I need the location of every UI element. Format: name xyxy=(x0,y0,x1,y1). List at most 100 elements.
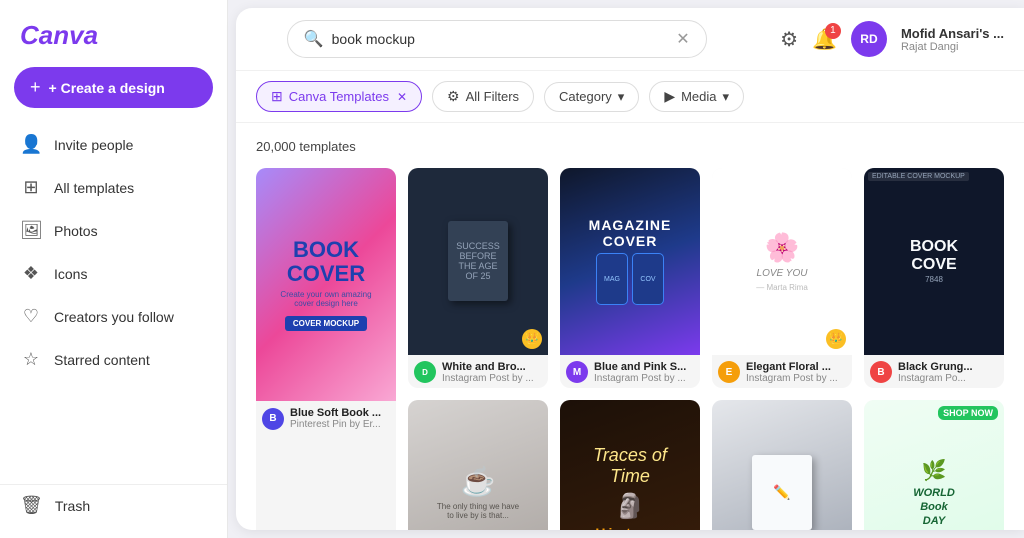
card-meta: B Black Grung... Instagram Po... xyxy=(864,355,1004,388)
icons-icon: ❖ xyxy=(20,263,42,284)
sidebar-item-trash[interactable]: 🗑 Trash xyxy=(0,484,227,526)
sidebar-item-icons[interactable]: ❖ Icons xyxy=(8,253,219,294)
header: 🔍 ✕ ⚙ 🔔 1 RD Mofid Ansari's ... Rajat Da… xyxy=(236,8,1024,71)
sidebar-nav: 👤 Invite people ⊞ All templates 🖼 Photos… xyxy=(0,120,227,484)
heart-icon: ♡ xyxy=(20,306,42,327)
card-meta: D White and Bro... Instagram Post by ... xyxy=(408,355,548,388)
grunge-title: BOOKCOVE xyxy=(910,238,958,273)
template-card-notebook[interactable]: ✏️ N Notebook Mock... Product by ... xyxy=(712,400,852,530)
template-card-world-book[interactable]: 🌿 WORLDBookDAY SHOP NOW W Black Green Si… xyxy=(864,400,1004,530)
gear-icon: ⚙ xyxy=(780,29,798,51)
category-filter[interactable]: Category ▾ xyxy=(544,82,639,112)
grunge-subtitle: 7848 xyxy=(925,275,943,284)
template-card-black-grunge[interactable]: EDITABLE COVER MOCKUP BOOKCOVE 7848 B Bl… xyxy=(864,168,1004,388)
mag-title: MAGAZINECOVER xyxy=(589,217,672,249)
leaf-icon: 🌿 xyxy=(922,458,947,483)
template-card-elegant-floral[interactable]: 🌸 LOVE YOU — Marta Rima 👑 E Elegant Flor… xyxy=(712,168,852,388)
icons-label: Icons xyxy=(54,266,87,282)
traces-title: Traces ofTime xyxy=(593,445,667,488)
create-design-button[interactable]: + + Create a design xyxy=(14,67,213,108)
card-subtitle: Pinterest Pin by Er... xyxy=(290,419,390,430)
creator-avatar: D xyxy=(414,361,436,383)
sidebar-item-invite[interactable]: 👤 Invite people xyxy=(8,124,219,165)
starred-label: Starred content xyxy=(54,352,150,368)
card-meta: M Blue and Pink S... Instagram Post by .… xyxy=(560,355,700,388)
sidebar-item-creators[interactable]: ♡ Creators you follow xyxy=(8,296,219,337)
canva-templates-filter[interactable]: ⊞ Canva Templates ✕ xyxy=(256,81,422,112)
settings-button[interactable]: ⚙ xyxy=(780,27,798,52)
flower-icon: 🌸 xyxy=(765,231,800,264)
media-filter[interactable]: ▶ Media ▾ xyxy=(649,81,744,112)
card-text: White and Bro... Instagram Post by ... xyxy=(442,361,542,384)
search-input[interactable] xyxy=(332,31,669,47)
plus-icon: + xyxy=(30,77,41,98)
shop-badge: SHOP NOW xyxy=(938,406,998,420)
logo: Canva xyxy=(0,12,227,67)
creator-avatar: B xyxy=(870,361,892,383)
filters-bar: ⊞ Canva Templates ✕ ⚙ All Filters Catego… xyxy=(236,71,1024,123)
card-subtitle: Instagram Po... xyxy=(898,373,998,384)
trash-label: Trash xyxy=(55,498,90,514)
card-title: Blue and Pink S... xyxy=(594,361,694,373)
card-subtitle: Instagram Post by ... xyxy=(442,373,542,384)
template-card-book-cover[interactable]: BOOKCOVER Create your own amazingcover d… xyxy=(256,168,396,530)
notification-badge: 1 xyxy=(825,23,841,39)
sidebar-item-starred[interactable]: ☆ Starred content xyxy=(8,339,219,380)
sidebar: Canva + + Create a design 👤 Invite peopl… xyxy=(0,0,228,538)
coffee-text: The only thing we haveto live by is that… xyxy=(437,502,519,520)
creator-avatar: M xyxy=(566,361,588,383)
card-title: Blue Soft Book ... xyxy=(290,407,390,419)
sidebar-item-all-templates[interactable]: ⊞ All templates xyxy=(8,167,219,208)
template-card-traces[interactable]: Traces ofTime 🗿 History 👑 T Coffee Book … xyxy=(560,400,700,530)
user-avatar[interactable]: RD xyxy=(851,21,887,57)
creator-avatar: E xyxy=(718,361,740,383)
card-title: Black Grung... xyxy=(898,361,998,373)
canva-logo: Canva xyxy=(20,20,98,50)
notifications-button[interactable]: 🔔 1 xyxy=(812,27,837,52)
clear-search-button[interactable]: ✕ xyxy=(676,29,689,49)
invite-icon: 👤 xyxy=(20,134,42,155)
user-info: Mofid Ansari's ... Rajat Dangi xyxy=(901,26,1004,53)
creator-avatar: B xyxy=(262,408,284,430)
template-card-blue-pink[interactable]: MAGAZINECOVER MAG COV M Blue and Pink S.… xyxy=(560,168,700,388)
templates-chip-icon: ⊞ xyxy=(271,88,283,105)
card-subtitle: Instagram Post by ... xyxy=(594,373,694,384)
world-book-title: WORLDBookDAY xyxy=(913,486,955,529)
card-meta: B Blue Soft Book ... Pinterest Pin by Er… xyxy=(256,401,396,434)
create-btn-label: + Create a design xyxy=(49,80,165,96)
remove-filter-icon[interactable]: ✕ xyxy=(397,90,407,104)
star-icon: ☆ xyxy=(20,349,42,370)
all-filters-label: All Filters xyxy=(466,89,519,104)
notebook-rect: ✏️ xyxy=(752,455,812,530)
all-templates-label: All templates xyxy=(54,180,134,196)
template-count: 20,000 templates xyxy=(256,139,1004,154)
card-subtitle: Instagram Post by ... xyxy=(746,373,846,384)
all-filters-button[interactable]: ⚙ All Filters xyxy=(432,81,534,112)
trash-icon: 🗑 xyxy=(20,495,43,516)
canva-templates-label: Canva Templates xyxy=(289,89,389,104)
main-panel: 🔍 ✕ ⚙ 🔔 1 RD Mofid Ansari's ... Rajat Da… xyxy=(236,8,1024,530)
templates-grid: BOOKCOVER Create your own amazingcover d… xyxy=(256,168,1004,530)
card-text: Blue and Pink S... Instagram Post by ... xyxy=(594,361,694,384)
love-text: LOVE YOU xyxy=(757,268,808,279)
statue-icon: 🗿 xyxy=(615,492,645,521)
media-icon: ▶ xyxy=(664,88,675,105)
pencil-icon: ✏️ xyxy=(773,484,790,501)
search-bar[interactable]: 🔍 ✕ xyxy=(287,20,707,58)
card-title: White and Bro... xyxy=(442,361,542,373)
template-card-white-bro[interactable]: SUCCESSBEFORETHE AGEOF 25 👑 D White and … xyxy=(408,168,548,388)
card-text: Black Grung... Instagram Po... xyxy=(898,361,998,384)
book-cover-title: BOOKCOVER xyxy=(287,238,365,286)
template-card-coffee[interactable]: ☕ The only thing we haveto live by is th… xyxy=(408,400,548,530)
book-cover-mockup: COVER MOCKUP xyxy=(285,316,367,331)
crown-badge: 👑 xyxy=(522,329,542,349)
content-area: 20,000 templates BOOKCOVER Create your o… xyxy=(236,123,1024,530)
creators-label: Creators you follow xyxy=(54,309,174,325)
chevron-down-icon: ▾ xyxy=(618,89,625,105)
name-text: — Marta Rima xyxy=(756,283,808,292)
phone-mockups: MAG COV xyxy=(596,253,664,305)
sidebar-item-photos[interactable]: 🖼 Photos xyxy=(8,210,219,251)
chevron-down-icon: ▾ xyxy=(723,89,730,105)
book-rect: SUCCESSBEFORETHE AGEOF 25 xyxy=(448,221,508,301)
history-label: History xyxy=(595,525,664,530)
